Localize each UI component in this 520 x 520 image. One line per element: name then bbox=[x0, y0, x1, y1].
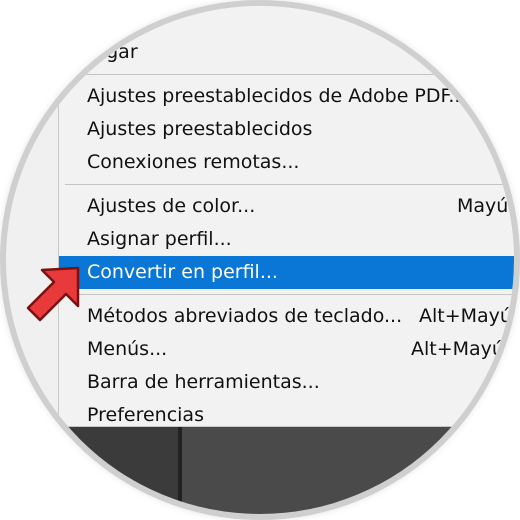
menu-separator bbox=[65, 184, 514, 185]
menu-item-label: Convertir en perfil... bbox=[87, 261, 278, 283]
menu-item-adobe-pdf-presets[interactable]: Ajustes preestablecidos de Adobe PDF... bbox=[59, 80, 514, 113]
menu-item-shortcut: Alt+Mayú bbox=[411, 338, 504, 360]
menu-item-convert-profile[interactable]: Convertir en perfil... bbox=[59, 256, 514, 289]
menu-item-color-settings[interactable]: Ajustes de color... Mayú bbox=[59, 190, 514, 223]
menu-item-toolbar[interactable]: Barra de herramientas... bbox=[59, 366, 514, 399]
menu-item-keyboard-shortcuts[interactable]: Métodos abreviados de teclado... Alt+May… bbox=[59, 300, 514, 333]
menu-item-label: Asignar perfil... bbox=[87, 228, 232, 250]
menu-item-label: Métodos abreviados de teclado... bbox=[87, 305, 403, 327]
menu-item-label: Ajustes preestablecidos de Adobe PDF... bbox=[87, 85, 467, 107]
edit-dropdown-menu: personaliz argar Ajustes preestablecidos… bbox=[58, 6, 514, 427]
menu-item-label: Conexiones remotas... bbox=[87, 151, 300, 173]
app-workspace bbox=[6, 426, 514, 514]
menu-item-shortcut: Alt+Mayú bbox=[419, 305, 512, 327]
menu-item-label: Preferencias bbox=[87, 404, 204, 426]
menu-item-preferences[interactable]: Preferencias bbox=[59, 399, 514, 432]
menu-item-label: argar bbox=[87, 41, 138, 63]
arrow-pointer-icon bbox=[26, 266, 80, 322]
menu-item-shortcut: Mayú bbox=[457, 195, 509, 217]
menu-item-cargar[interactable]: argar bbox=[59, 36, 514, 69]
menu-item-assign-profile[interactable]: Asignar perfil... bbox=[59, 223, 514, 256]
menu-item-menus[interactable]: Menús... Alt+Mayú bbox=[59, 333, 514, 366]
menu-item-label: Ajustes de color... bbox=[87, 195, 256, 217]
menu-item-label: Barra de herramientas... bbox=[87, 371, 320, 393]
menu-separator bbox=[65, 74, 514, 75]
menu-item-presets[interactable]: Ajustes preestablecidos bbox=[59, 113, 514, 146]
app-side-panel bbox=[6, 426, 182, 514]
menu-item-label: Ajustes preestablecidos bbox=[87, 118, 313, 140]
menu-item-label: Menús... bbox=[87, 338, 168, 360]
menu-separator bbox=[65, 294, 514, 295]
menu-item-remote-connections[interactable]: Conexiones remotas... bbox=[59, 146, 514, 179]
